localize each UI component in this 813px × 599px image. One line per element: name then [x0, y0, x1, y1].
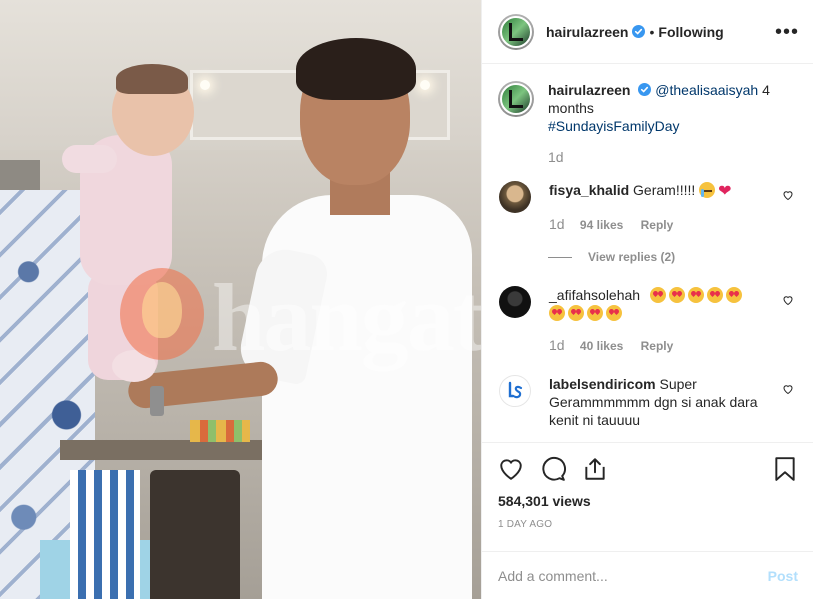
- heart-eyes-emoji-icon: [568, 305, 584, 321]
- red-heart-emoji-icon: ❤: [718, 183, 732, 200]
- baby-arm: [62, 145, 117, 173]
- verified-badge-icon: [632, 25, 646, 38]
- comment-input[interactable]: [498, 567, 768, 584]
- comment-text: Geram!!!!!: [633, 182, 696, 198]
- comment-likes[interactable]: 94 likes: [580, 218, 623, 232]
- comment-likes[interactable]: 40 likes: [580, 339, 623, 353]
- like-heart-icon[interactable]: [498, 456, 524, 482]
- table-items: [190, 420, 250, 442]
- caption-mention[interactable]: @thealisaaisyah: [655, 82, 758, 98]
- ellipsis-icon[interactable]: •••: [775, 22, 799, 42]
- heart-eyes-emoji-icon: [587, 305, 603, 321]
- commenter-username[interactable]: fisya_khalid: [549, 182, 629, 198]
- following-button[interactable]: Following: [658, 24, 723, 40]
- commenter-avatar[interactable]: [499, 375, 531, 407]
- watermark-flame-icon: [142, 282, 182, 338]
- commenter-avatar[interactable]: [499, 286, 531, 318]
- post-header: hairulazreen • Following •••: [482, 0, 813, 64]
- comments-list[interactable]: hairulazreen @thealisaaisyah 4 months #S…: [482, 65, 813, 441]
- heart-eyes-emoji-icon: [649, 287, 666, 303]
- view-count[interactable]: 584,301 views: [482, 493, 813, 509]
- save-bookmark-icon[interactable]: [772, 456, 798, 482]
- add-comment-bar: Post: [482, 551, 813, 599]
- ls-logo-icon: [508, 381, 523, 399]
- ceiling-light: [420, 80, 430, 90]
- view-replies-label: View replies (2): [588, 250, 676, 264]
- replies-divider: [548, 256, 572, 258]
- post-age[interactable]: 1 DAY AGO: [482, 519, 813, 530]
- like-comment-heart-icon[interactable]: [782, 294, 794, 306]
- caption-avatar[interactable]: [498, 81, 534, 117]
- commenter-username[interactable]: labelsendiricom: [549, 376, 656, 392]
- comment-item: labelsendiricom Super Gerammmmmm dgn si …: [498, 375, 798, 429]
- baby-hair: [116, 64, 188, 94]
- commenter-username[interactable]: _afifahsolehah: [549, 287, 640, 303]
- toy-stand: [70, 470, 140, 599]
- heart-eyes-emoji-icon: [706, 287, 723, 303]
- heart-eyes-emoji-icon: [549, 305, 565, 321]
- caption-username[interactable]: hairulazreen: [548, 82, 630, 98]
- caption-timestamp[interactable]: 1d: [548, 149, 798, 165]
- post-panel: hairulazreen • Following ••• hairulazree…: [481, 0, 813, 599]
- comment-bubble-icon[interactable]: [540, 456, 566, 482]
- heart-eyes-emoji-icon: [725, 287, 742, 303]
- post-actions: 584,301 views 1 DAY AGO Post: [482, 442, 813, 598]
- reply-button[interactable]: Reply: [641, 218, 674, 232]
- dining-table: [60, 440, 270, 460]
- view-replies-button[interactable]: View replies (2): [548, 250, 798, 264]
- ceiling-light: [200, 80, 210, 90]
- watermark-text: hangat: [212, 264, 481, 371]
- comment-item: _afifahsolehah 1d 40 likes Reply: [498, 286, 798, 355]
- author-avatar[interactable]: [498, 13, 534, 50]
- man-hair: [296, 38, 416, 100]
- commenter-avatar[interactable]: [499, 181, 531, 213]
- author-username[interactable]: hairulazreen: [546, 24, 628, 40]
- comment-time[interactable]: 1d: [549, 337, 565, 353]
- post-comment-button[interactable]: Post: [768, 568, 798, 584]
- separator-dot: •: [649, 23, 655, 40]
- like-comment-heart-icon[interactable]: [782, 383, 794, 395]
- reply-button[interactable]: Reply: [641, 339, 674, 353]
- crying-emoji-icon: [699, 182, 716, 198]
- post-media[interactable]: hangat: [0, 0, 481, 599]
- heart-eyes-emoji-icon: [606, 305, 622, 321]
- verified-badge-icon: [638, 83, 652, 96]
- heart-eyes-emoji-icon: [668, 287, 685, 303]
- like-comment-heart-icon[interactable]: [782, 189, 794, 201]
- caption: hairulazreen @thealisaaisyah 4 months #S…: [498, 81, 798, 135]
- comment-time[interactable]: 1d: [549, 216, 565, 232]
- chair: [150, 470, 240, 599]
- comment-item: fisya_khalid Geram!!!!! ❤ 1d 94 likes Re…: [498, 181, 798, 234]
- wristwatch: [150, 386, 164, 416]
- share-upload-icon[interactable]: [582, 456, 608, 482]
- heart-eyes-emoji-icon: [687, 287, 704, 303]
- caption-hashtag[interactable]: #SundayisFamilyDay: [548, 118, 680, 134]
